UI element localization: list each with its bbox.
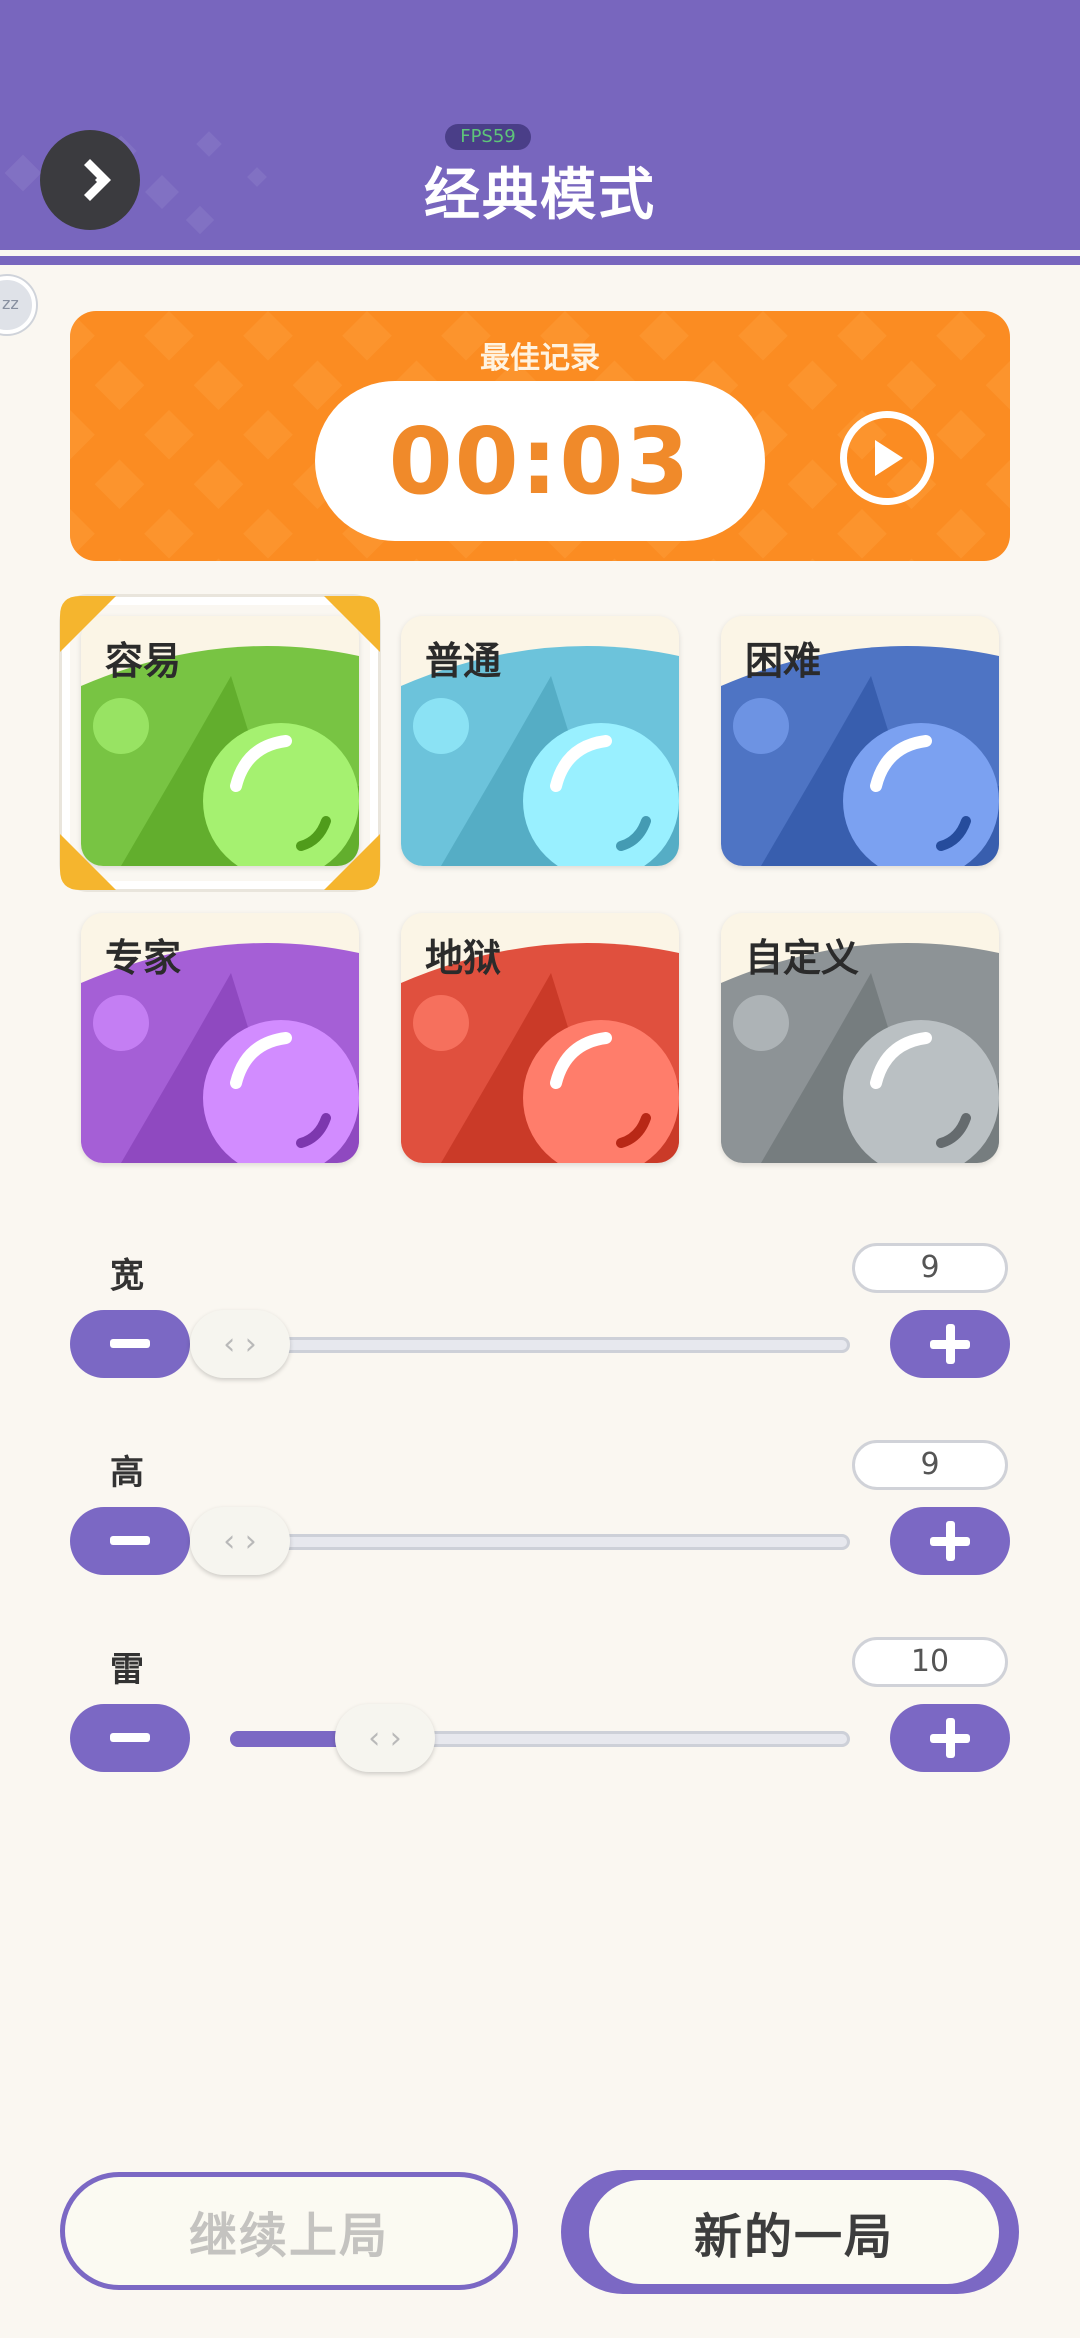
- difficulty-tile-hard[interactable]: 困难: [721, 616, 999, 866]
- best-record-card: 最佳记录 00:03: [70, 311, 1010, 561]
- plus-icon: [930, 1324, 970, 1364]
- minus-icon: [110, 1536, 150, 1545]
- new-game-label: 新的一局: [693, 2209, 894, 2265]
- minus-icon: [110, 1339, 150, 1348]
- replay-button[interactable]: [840, 411, 934, 505]
- difficulty-tile-expert[interactable]: 专家: [81, 913, 359, 1163]
- mines-slider-thumb[interactable]: ‹ ›: [335, 1704, 435, 1772]
- difficulty-label: 自定义: [745, 936, 860, 980]
- mines-slider-track[interactable]: [230, 1731, 850, 1747]
- width-slider-track[interactable]: [230, 1337, 850, 1353]
- height-slider-thumb[interactable]: ‹ ›: [190, 1507, 290, 1575]
- height-value: 9: [852, 1440, 1008, 1490]
- page-title: 经典模式: [424, 163, 656, 228]
- height-label: 高: [110, 1453, 144, 1493]
- plus-icon: [930, 1521, 970, 1561]
- fps-badge: FPS59: [445, 124, 531, 150]
- mines-increase-button[interactable]: [890, 1704, 1010, 1772]
- minus-icon: [110, 1733, 150, 1742]
- continue-game-label: 继续上局: [188, 2208, 389, 2264]
- height-slider-track[interactable]: [230, 1534, 850, 1550]
- floating-bubble[interactable]: zz: [0, 276, 36, 334]
- mines-value: 10: [852, 1637, 1008, 1687]
- selection-corner-icon: [60, 834, 116, 890]
- floating-bubble-text: zz: [2, 294, 19, 313]
- play-icon: [875, 440, 903, 476]
- selection-corner-icon: [60, 596, 116, 652]
- selection-corner-icon: [324, 834, 380, 890]
- drag-handle-icon: ‹ ›: [368, 1720, 402, 1756]
- height-increase-button[interactable]: [890, 1507, 1010, 1575]
- best-time-value: 00:03: [388, 407, 692, 515]
- drag-handle-icon: ‹ ›: [223, 1523, 257, 1559]
- width-label: 宽: [110, 1256, 144, 1296]
- difficulty-tile-custom[interactable]: 自定义: [721, 913, 999, 1163]
- selection-corner-icon: [324, 596, 380, 652]
- difficulty-label: 地狱: [425, 936, 502, 980]
- best-record-label: 最佳记录: [480, 341, 600, 376]
- difficulty-label: 普通: [425, 639, 502, 683]
- drag-handle-icon: ‹ ›: [223, 1326, 257, 1362]
- mines-decrease-button[interactable]: [70, 1704, 190, 1772]
- difficulty-label: 专家: [105, 936, 182, 980]
- difficulty-tile-normal[interactable]: 普通: [401, 616, 679, 866]
- width-slider-thumb[interactable]: ‹ ›: [190, 1310, 290, 1378]
- height-decrease-button[interactable]: [70, 1507, 190, 1575]
- header-divider: [0, 256, 1080, 265]
- mines-label: 雷: [110, 1650, 144, 1690]
- width-value: 9: [852, 1243, 1008, 1293]
- width-decrease-button[interactable]: [70, 1310, 190, 1378]
- difficulty-tile-hell[interactable]: 地狱: [401, 913, 679, 1163]
- new-game-inner: 新的一局: [589, 2180, 999, 2284]
- plus-icon: [930, 1718, 970, 1758]
- header-bar: FPS59 经典模式: [0, 0, 1080, 256]
- difficulty-label: 困难: [745, 639, 822, 683]
- width-increase-button[interactable]: [890, 1310, 1010, 1378]
- best-time-display: 00:03: [315, 381, 765, 541]
- continue-game-button[interactable]: 继续上局: [60, 2172, 518, 2290]
- new-game-button[interactable]: 新的一局: [561, 2170, 1019, 2294]
